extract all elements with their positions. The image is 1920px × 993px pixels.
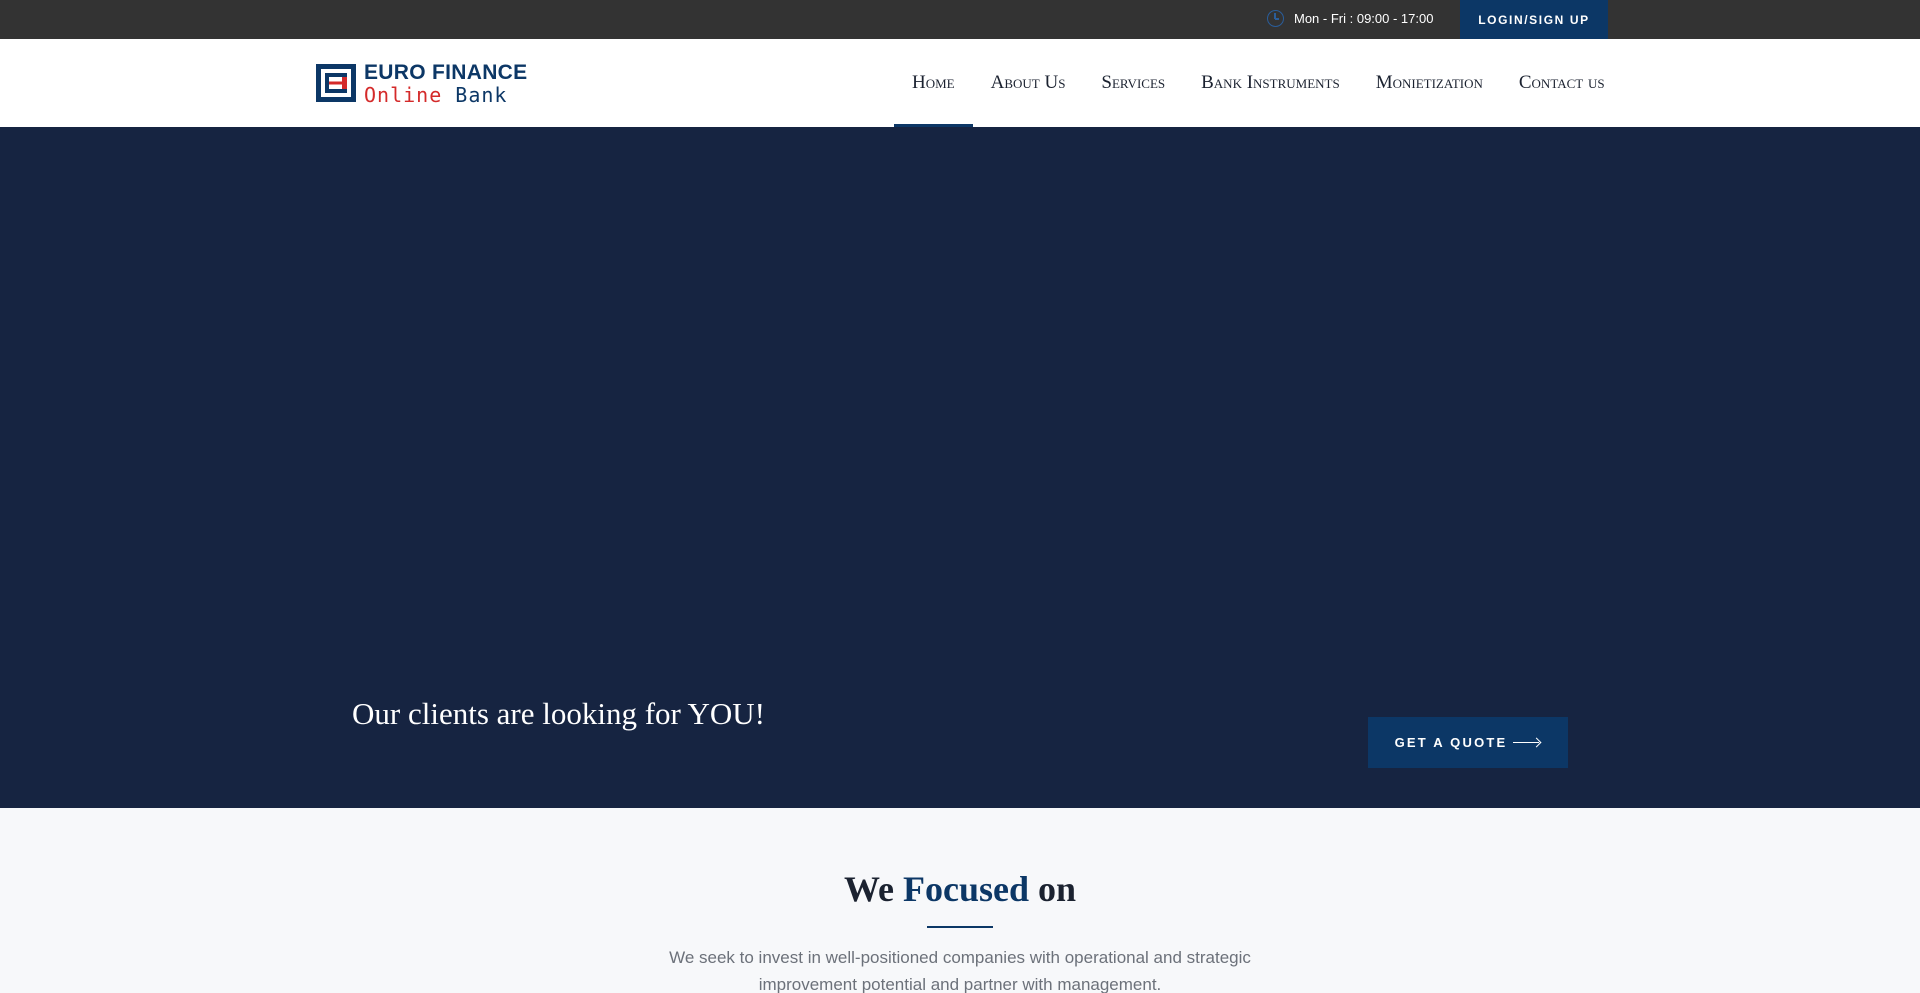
nav-item-about-us[interactable]: About Us	[973, 39, 1084, 127]
clock-icon	[1267, 10, 1284, 27]
logo-subtitle-bank: Bank	[455, 82, 508, 107]
nav-item-monietization[interactable]: Monietization	[1358, 39, 1501, 127]
arrow-right-icon	[1513, 738, 1541, 748]
section-description: We seek to invest in well-positioned com…	[669, 948, 1251, 993]
logo-subtitle-online: Online	[364, 82, 443, 107]
get-a-quote-button[interactable]: GET A QUOTE	[1368, 717, 1568, 768]
section-title-prefix: We	[843, 869, 894, 909]
nav-item-home[interactable]: Home	[894, 39, 973, 127]
nav-item-contact-us[interactable]: Contact us	[1501, 39, 1623, 127]
nav-item-services[interactable]: Services	[1083, 39, 1183, 127]
logo-mark-icon	[316, 64, 356, 102]
business-hours: Mon - Fri : 09:00 - 17:00	[1267, 10, 1433, 27]
site-header: EURO FINANCE Online Bank Home About Us S…	[0, 39, 1920, 127]
top-bar: Mon - Fri : 09:00 - 17:00 LOGIN/SIGN UP	[0, 0, 1920, 39]
logo-subtitle: Online Bank	[364, 85, 527, 105]
section-title-accent: Focused	[902, 869, 1029, 909]
hero-tagline: Our clients are looking for YOU!	[352, 696, 765, 731]
section-divider	[927, 926, 993, 928]
site-logo[interactable]: EURO FINANCE Online Bank	[314, 61, 527, 105]
get-a-quote-label: GET A QUOTE	[1394, 735, 1508, 750]
login-signup-button[interactable]: LOGIN/SIGN UP	[1460, 0, 1608, 39]
business-hours-text: Mon - Fri : 09:00 - 17:00	[1294, 11, 1434, 26]
main-nav: Home About Us Services Bank Instruments …	[894, 39, 1623, 127]
hero-banner: Our clients are looking for YOU! GET A Q…	[0, 127, 1920, 808]
logo-title: EURO FINANCE	[364, 60, 528, 84]
section-title: We Focused on	[0, 868, 1920, 910]
nav-item-bank-instruments[interactable]: Bank Instruments	[1183, 39, 1358, 127]
focus-section: We Focused on We seek to invest in well-…	[0, 808, 1920, 993]
section-title-suffix: on	[1037, 869, 1077, 909]
